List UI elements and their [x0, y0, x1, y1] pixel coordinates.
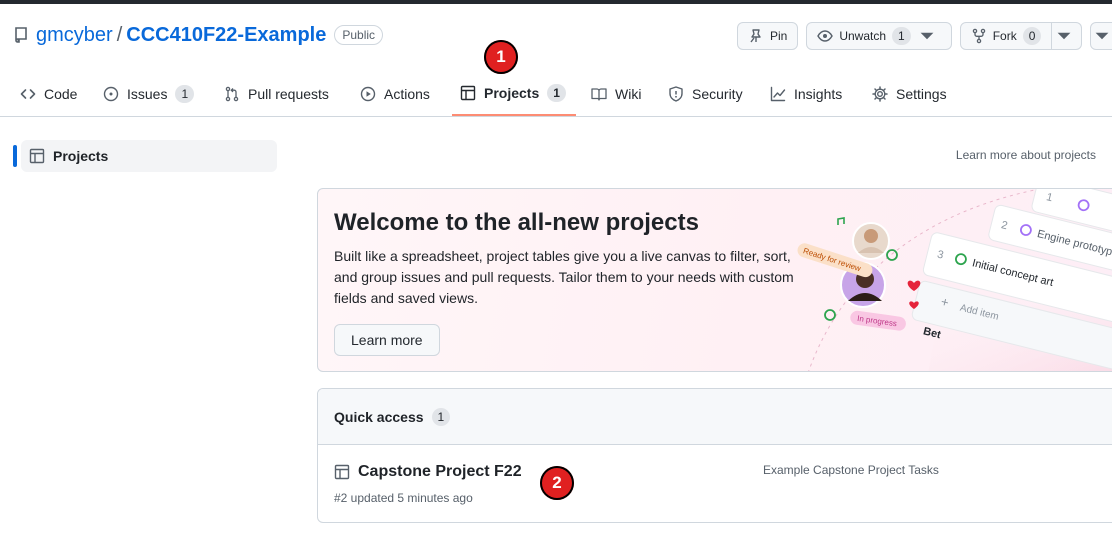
tab-label: Projects	[484, 85, 540, 101]
quick-access-panel: Quick access 1 Capstone Project F22 #2 u…	[317, 388, 1112, 523]
project-meta: #2 updated 5 minutes ago	[334, 491, 473, 505]
projects-illustration: 1 2 Engine prototype 3 Initial concept a…	[797, 189, 1112, 371]
table-icon	[460, 85, 476, 101]
tab-label: Settings	[896, 86, 947, 102]
repo-name-link[interactable]: CCC410F22-Example	[126, 24, 326, 47]
annotation-marker-1: 1	[484, 40, 518, 74]
fork-count: 0	[1022, 27, 1042, 45]
fork-label: Fork	[992, 29, 1017, 43]
list-item: Capstone Project F22 #2 updated 5 minute…	[318, 445, 1112, 522]
learn-more-projects-link[interactable]: Learn more about projects	[956, 148, 1096, 162]
pull-request-icon	[225, 86, 239, 102]
play-icon	[360, 86, 376, 102]
graph-icon	[770, 86, 786, 102]
pin-label: Pin	[770, 29, 788, 43]
sidebar-item-label: Projects	[53, 148, 109, 164]
issues-count: 1	[175, 85, 195, 103]
quick-access-count: 1	[431, 407, 451, 426]
quick-access-header: Quick access 1	[318, 389, 1112, 445]
issue-icon	[103, 86, 119, 102]
learn-more-button[interactable]: Learn more	[334, 324, 440, 356]
tab-wiki[interactable]: Wiki	[583, 72, 649, 116]
table-icon	[334, 464, 350, 480]
tab-security[interactable]: Security	[660, 72, 751, 116]
tab-projects[interactable]: Projects 1	[452, 72, 576, 116]
fork-button[interactable]: Fork 0	[959, 22, 1053, 50]
unwatch-button[interactable]: Unwatch 1	[806, 22, 952, 50]
tab-issues[interactable]: Issues 1	[95, 72, 202, 116]
tab-label: Code	[44, 86, 78, 102]
repo-title: gmcyber / CCC410F22-Example Public	[14, 22, 384, 48]
project-title: Capstone Project F22	[358, 463, 522, 480]
tab-label: Actions	[384, 86, 430, 102]
code-icon	[20, 89, 36, 99]
project-link[interactable]: Capstone Project F22	[334, 463, 522, 481]
fork-icon	[972, 28, 985, 44]
sidebar-active-indicator	[13, 145, 17, 167]
tab-label: Pull requests	[248, 86, 329, 102]
book-icon	[591, 88, 607, 101]
welcome-description: Built like a spreadsheet, project tables…	[334, 248, 794, 306]
fork-dropdown-button[interactable]	[1052, 22, 1083, 50]
tab-pull-requests[interactable]: Pull requests	[216, 72, 337, 116]
tab-label: Insights	[794, 86, 843, 102]
annotation-marker-2: 2	[540, 466, 574, 500]
tab-settings[interactable]: Settings	[864, 72, 955, 116]
tab-actions[interactable]: Actions	[352, 72, 438, 116]
sidebar-item-projects[interactable]: Projects	[21, 140, 277, 172]
visibility-badge: Public	[334, 25, 384, 45]
repo-actions: Pin Unwatch 1 Fork 0	[737, 22, 1112, 50]
tab-insights[interactable]: Insights	[762, 72, 850, 116]
repo-separator: /	[116, 23, 123, 46]
eye-icon	[817, 30, 834, 42]
projects-count: 1	[547, 84, 566, 102]
chevron-down-icon	[1057, 32, 1071, 40]
watch-count: 1	[892, 27, 911, 45]
repo-icon	[15, 27, 27, 43]
unwatch-label: Unwatch	[839, 29, 887, 43]
table-icon	[29, 148, 45, 164]
tab-label: Issues	[127, 86, 168, 102]
tab-label: Security	[692, 86, 743, 102]
pin-icon	[750, 29, 761, 43]
tab-code[interactable]: Code	[12, 72, 85, 116]
project-description: Example Capstone Project Tasks	[763, 463, 939, 477]
star-dropdown-button[interactable]	[1090, 22, 1112, 50]
quick-access-title: Quick access	[334, 408, 424, 425]
chevron-down-icon	[1096, 32, 1109, 40]
top-bar	[0, 0, 1112, 4]
gear-icon	[872, 86, 888, 102]
chevron-down-icon	[920, 32, 934, 40]
tab-label: Wiki	[615, 86, 642, 102]
welcome-banner: Welcome to the all-new projects Built li…	[317, 188, 1112, 372]
welcome-title: Welcome to the all-new projects	[334, 209, 699, 236]
shield-icon	[669, 86, 683, 102]
pin-button[interactable]: Pin	[737, 22, 799, 50]
repo-owner-link[interactable]: gmcyber	[36, 24, 113, 47]
repo-nav: Code Issues 1 Pull requests Actions Proj…	[0, 72, 1112, 117]
